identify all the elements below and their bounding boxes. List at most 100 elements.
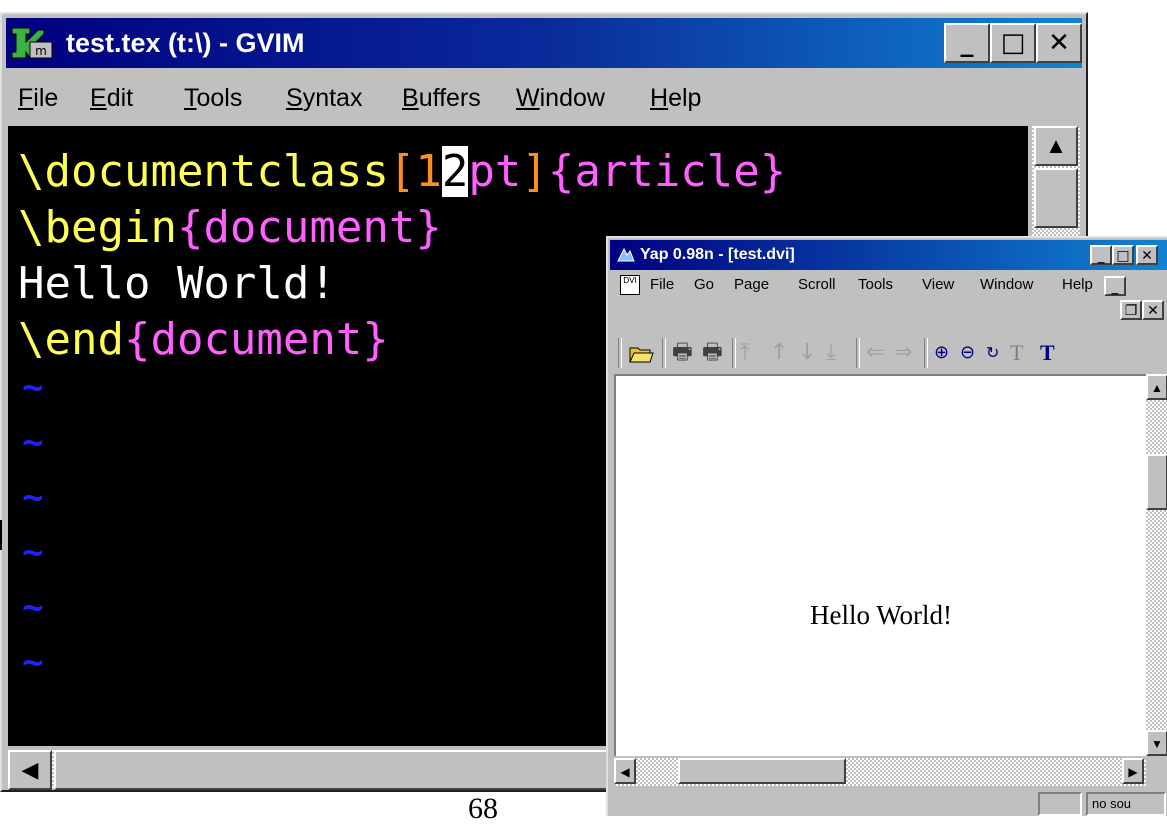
- menu-tools[interactable]: Tools: [184, 72, 242, 124]
- toolbar-separator: [732, 338, 736, 368]
- toolbar-separator: [662, 338, 666, 368]
- print-icon[interactable]: 🖶: [672, 340, 693, 366]
- minimize-button[interactable]: _: [944, 23, 990, 63]
- yap-menu-bar: DVI File Go Page Scroll Tools View Windo…: [610, 272, 1167, 332]
- last-page-icon[interactable]: ⤓: [826, 340, 836, 366]
- zoom-in-icon[interactable]: ⊕: [934, 340, 949, 366]
- document-close-button[interactable]: ✕: [1142, 300, 1164, 320]
- menu-scroll[interactable]: Scroll: [798, 276, 836, 293]
- svg-text:m: m: [35, 44, 47, 58]
- forward-icon[interactable]: ⇒: [894, 340, 912, 366]
- scroll-right-button[interactable]: ▶: [1122, 758, 1144, 784]
- editor-line: \begin{document}: [18, 202, 442, 253]
- yap-window: Yap 0.98n - [test.dvi] _ □ ✕ DVI File Go…: [606, 236, 1167, 816]
- first-page-icon[interactable]: ⤒: [740, 340, 750, 366]
- scroll-left-button[interactable]: ◀: [8, 750, 52, 790]
- arrow-right-icon: ▶: [1128, 765, 1138, 779]
- menu-buffers[interactable]: Buffers: [402, 72, 481, 124]
- arrow-left-icon: ◀: [21, 757, 39, 782]
- toolbar-separator: [924, 338, 928, 368]
- status-pane-empty: [1038, 792, 1082, 816]
- text-cursor: 2: [441, 146, 469, 197]
- toolbar-separator: [856, 338, 860, 368]
- maximize-button[interactable]: □: [990, 23, 1036, 63]
- scroll-thumb[interactable]: [1034, 168, 1078, 228]
- dvi-document-view[interactable]: Hello World!: [614, 374, 1146, 756]
- empty-line-marker: ~: [22, 477, 44, 518]
- menu-page[interactable]: Page: [734, 276, 769, 293]
- yap-title-bar[interactable]: Yap 0.98n - [test.dvi]: [610, 240, 1167, 270]
- minimize-button[interactable]: _: [1090, 245, 1112, 265]
- scroll-thumb[interactable]: [1146, 454, 1167, 510]
- menu-view[interactable]: View: [922, 276, 954, 293]
- editor-line: \end{document}: [18, 314, 389, 365]
- empty-line-marker: ~: [22, 587, 44, 628]
- maximize-icon: □: [1116, 248, 1130, 264]
- document-icon[interactable]: DVI: [620, 275, 640, 295]
- vim-app-icon[interactable]: m: [10, 24, 54, 60]
- source-special-icon[interactable]: T: [1010, 340, 1023, 366]
- editor-line: Hello World!: [18, 258, 336, 309]
- maximize-icon: □: [1000, 28, 1026, 58]
- menu-help[interactable]: Help: [650, 72, 701, 124]
- print-setup-icon[interactable]: 🖶: [702, 340, 723, 366]
- menu-window[interactable]: Window: [516, 72, 605, 124]
- open-icon[interactable]: [628, 342, 654, 364]
- back-icon[interactable]: ⇐: [866, 340, 884, 366]
- empty-line-marker: ~: [22, 367, 44, 408]
- close-icon: ✕: [1048, 28, 1070, 58]
- window-title: Yap 0.98n - [test.dvi]: [640, 246, 795, 263]
- empty-line-marker: ~: [22, 422, 44, 463]
- page-edge-mark: [0, 520, 6, 550]
- menu-help[interactable]: Help: [1062, 276, 1093, 293]
- menu-file[interactable]: File: [650, 276, 674, 293]
- empty-line-marker: ~: [22, 642, 44, 683]
- status-pane-source: no sou: [1086, 792, 1166, 816]
- page-number: 68: [468, 792, 498, 825]
- scroll-down-button[interactable]: ▼: [1146, 730, 1167, 756]
- arrow-up-icon: ▲: [1151, 381, 1163, 395]
- scroll-thumb[interactable]: [678, 758, 846, 784]
- minimize-icon: _: [1111, 279, 1119, 295]
- close-icon: ✕: [1147, 303, 1159, 319]
- yap-toolbar: 🖶 🖶 ⤒ ↑ ↓ ⤓ ⇐ ⇒ ⊕ ⊖ ↻ T T: [610, 334, 1167, 372]
- refresh-icon[interactable]: ↻: [986, 340, 999, 366]
- scroll-thumb[interactable]: [54, 750, 614, 790]
- yap-app-icon[interactable]: [616, 245, 636, 265]
- toolbar-separator: [618, 338, 622, 368]
- menu-syntax[interactable]: Syntax: [286, 72, 362, 124]
- menu-file[interactable]: File: [18, 72, 58, 124]
- empty-line-marker: ~: [22, 532, 44, 573]
- zoom-out-icon[interactable]: ⊖: [960, 340, 975, 366]
- status-bar: no sou: [610, 788, 1167, 816]
- close-icon: ✕: [1141, 248, 1153, 264]
- close-button[interactable]: ✕: [1036, 23, 1082, 63]
- arrow-up-icon: ▲: [1045, 133, 1067, 158]
- minimize-icon: _: [960, 28, 974, 58]
- document-text: Hello World!: [809, 600, 953, 630]
- scroll-up-button[interactable]: ▲: [1034, 126, 1078, 166]
- menu-edit[interactable]: Edit: [90, 72, 133, 124]
- typewriter-icon[interactable]: T: [1040, 340, 1055, 366]
- restore-icon: ❐: [1124, 303, 1138, 319]
- document-minimize-button[interactable]: _: [1104, 276, 1126, 296]
- menu-go[interactable]: Go: [694, 276, 714, 293]
- next-page-icon[interactable]: ↓: [798, 340, 816, 366]
- arrow-down-icon: ▼: [1151, 737, 1163, 751]
- scroll-left-button[interactable]: ◀: [614, 758, 636, 784]
- menu-tools[interactable]: Tools: [858, 276, 893, 293]
- arrow-left-icon: ◀: [620, 765, 630, 779]
- previous-page-icon[interactable]: ↑: [770, 340, 788, 366]
- gvim-title-bar[interactable]: test.tex (t:\) - GVIM: [6, 18, 1082, 68]
- menu-window[interactable]: Window: [980, 276, 1033, 293]
- minimize-icon: _: [1097, 248, 1105, 264]
- window-title: test.tex (t:\) - GVIM: [66, 28, 305, 58]
- editor-line: \documentclass[12pt]{article}: [18, 146, 787, 197]
- close-button[interactable]: ✕: [1136, 245, 1158, 265]
- maximize-button[interactable]: □: [1112, 245, 1134, 265]
- document-restore-button[interactable]: ❐: [1120, 300, 1142, 320]
- gvim-menu-bar: File Edit Tools Syntax Buffers Window He…: [6, 72, 1082, 124]
- scroll-up-button[interactable]: ▲: [1146, 374, 1167, 400]
- vertical-scrollbar[interactable]: ▲ ▼: [1146, 374, 1167, 756]
- horizontal-scrollbar[interactable]: ◀ ▶: [614, 758, 1146, 786]
